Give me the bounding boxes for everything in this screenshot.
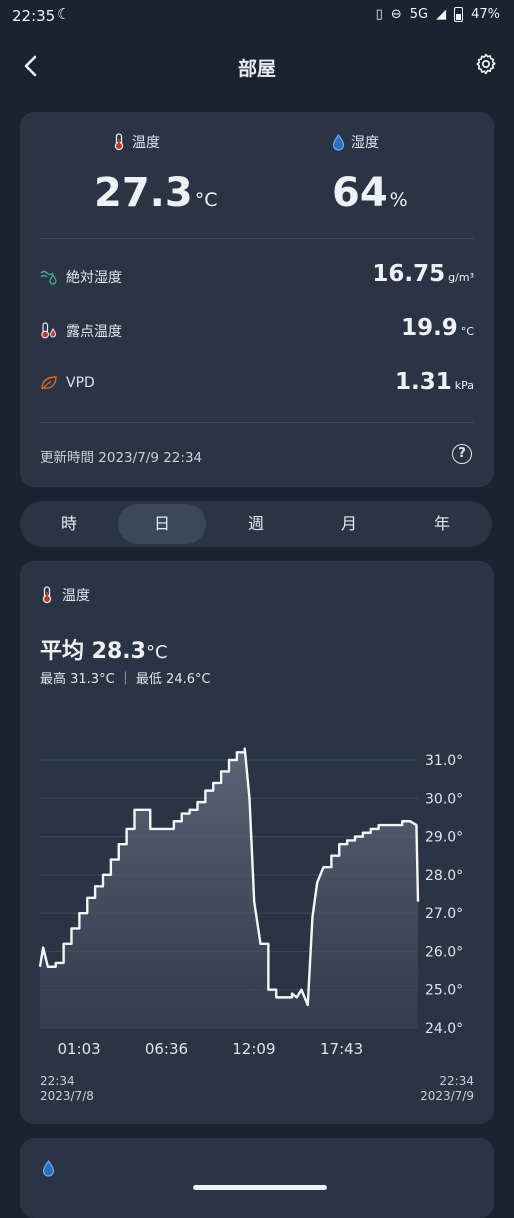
network-type: 5G	[409, 7, 429, 22]
battery-percent: 47%	[471, 7, 500, 22]
home-indicator[interactable]	[193, 1185, 327, 1190]
thermometer-icon	[42, 586, 52, 604]
chart-header: 温度	[40, 585, 90, 605]
y-tick-label: 26.0°	[425, 944, 463, 960]
water-drop-icon	[42, 1160, 55, 1177]
y-tick-label: 28.0°	[425, 868, 463, 884]
page-title: 部屋	[237, 58, 276, 80]
temperature-chart-card: 31.0° 30.0° 29.0° 28.0° 27.0° 26.0° 25.0° 24.0°…	[20, 561, 494, 1124]
max-min-values: 最高 31.3°C ｜ 最低 24.6°C	[40, 672, 211, 687]
app-bar: 部屋	[0, 34, 514, 100]
absolute-humidity-icon	[40, 270, 57, 285]
status-icons: ▯ ⊖ 5G ◢ 47%	[376, 7, 500, 22]
battery-icon	[454, 7, 464, 22]
dew-point-label: 露点温度	[66, 324, 122, 340]
humidity-unit: %	[389, 189, 408, 211]
signal-icon: ◢	[436, 7, 447, 22]
water-drop-icon	[332, 133, 345, 151]
chart-label: 温度	[62, 588, 90, 604]
range-start: 22:34 2023/7/8	[40, 1074, 94, 1103]
do-not-disturb-icon: ☾	[57, 5, 71, 23]
status-bar: 22:35 ☾ ▯ ⊖ 5G ◢ 47%	[0, 0, 514, 34]
dnd-minus-icon: ⊖	[390, 7, 402, 22]
temperature-label: 温度	[132, 135, 160, 151]
humidity-header: 湿度	[332, 132, 379, 152]
tab-hour[interactable]: 時	[25, 504, 113, 544]
period-tabs: 時 日 週 月 年	[20, 501, 492, 547]
x-tick-label: 12:09	[232, 1040, 275, 1058]
y-tick-label: 25.0°	[425, 983, 463, 999]
summary-card: 温度 27.3 °C 湿度 64% 絶対湿度 16.75 g/m³ 露点温度 1…	[20, 112, 494, 487]
temperature-area	[40, 748, 418, 1028]
humidity-value: 64%	[332, 170, 408, 216]
temperature-number: 27.3	[94, 170, 193, 216]
thermometer-icon	[114, 133, 124, 151]
divider	[40, 238, 474, 239]
x-tick-label: 01:03	[57, 1040, 100, 1058]
absolute-humidity-row: 絶対湿度 16.75 g/m³	[40, 259, 474, 295]
humidity-number: 64	[332, 170, 388, 216]
absolute-humidity-value: 16.75 g/m³	[372, 261, 474, 287]
vpd-label: VPD	[66, 375, 95, 391]
y-tick-label: 27.0°	[425, 906, 463, 922]
temperature-unit: °C	[194, 189, 218, 211]
humidity-label: 湿度	[351, 135, 379, 151]
vibrate-icon: ▯	[375, 7, 383, 22]
status-time: 22:35	[12, 7, 56, 25]
dew-point-icon	[41, 322, 57, 339]
x-tick-label: 17:43	[320, 1040, 363, 1058]
temperature-header: 温度	[112, 132, 160, 152]
vpd-value: 1.31 kPa	[395, 369, 474, 395]
tab-day[interactable]: 日	[118, 504, 206, 544]
vpd-row: VPD 1.31 kPa	[40, 367, 474, 403]
divider	[40, 422, 474, 423]
help-icon[interactable]: ?	[452, 444, 472, 464]
tab-year[interactable]: 年	[398, 504, 486, 544]
dew-point-value: 19.9 °C	[401, 315, 474, 341]
tab-month[interactable]: 月	[305, 504, 393, 544]
humidity-chart-card	[20, 1138, 494, 1218]
updated-time: 更新時間 2023/7/9 22:34	[40, 450, 203, 466]
settings-gear-icon[interactable]	[474, 52, 498, 76]
x-tick-label: 06:36	[145, 1040, 188, 1058]
y-tick-label: 30.0°	[425, 791, 463, 807]
leaf-icon	[41, 376, 57, 390]
y-tick-label: 24.0°	[425, 1021, 463, 1037]
dew-point-row: 露点温度 19.9 °C	[40, 313, 474, 349]
y-tick-label: 31.0°	[425, 753, 463, 769]
average-value: 平均 28.3°C	[40, 639, 168, 664]
tab-week[interactable]: 週	[212, 504, 300, 544]
range-end: 22:34 2023/7/9	[420, 1074, 474, 1103]
absolute-humidity-label: 絶対湿度	[66, 270, 122, 286]
temperature-value: 27.3 °C	[94, 170, 217, 216]
y-tick-label: 29.0°	[425, 830, 463, 846]
